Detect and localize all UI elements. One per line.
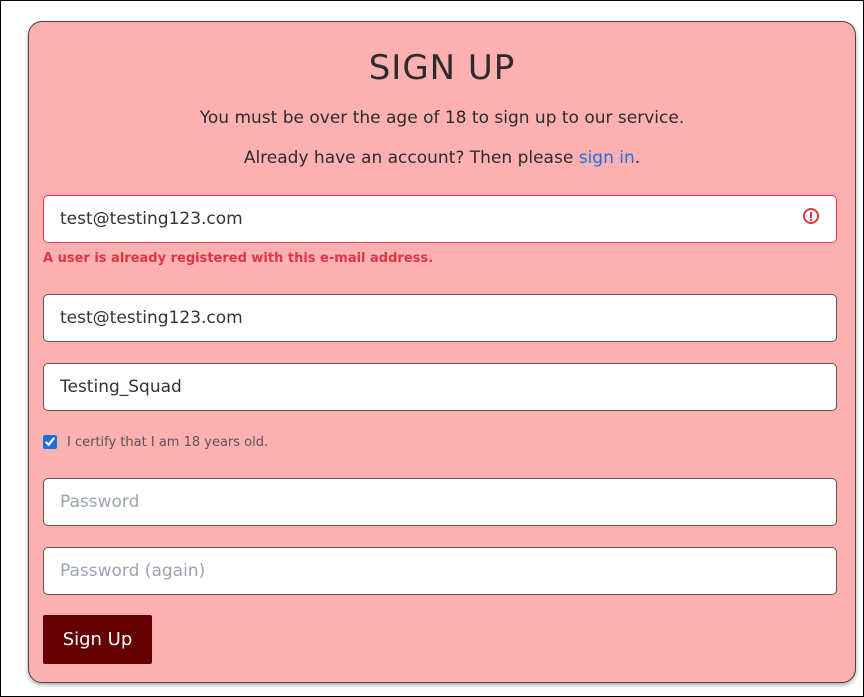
signin-link[interactable]: sign in <box>579 148 635 168</box>
signin-prompt-prefix: Already have an account? Then please <box>243 148 579 168</box>
age-certification-row: I certify that I am 18 years old. <box>43 433 268 451</box>
email-error-message: A user is already registered with this e… <box>43 251 434 266</box>
signin-prompt: Already have an account? Then please sig… <box>29 148 855 168</box>
email-confirm-field[interactable] <box>43 294 837 342</box>
password-again-field[interactable] <box>43 547 837 595</box>
age-certification-checkbox[interactable] <box>43 435 57 449</box>
sign-up-button[interactable]: Sign Up <box>43 615 152 664</box>
page-title: SIGN UP <box>368 48 516 88</box>
signup-card: SIGN UP You must be over the age of 18 t… <box>28 21 856 683</box>
error-icon <box>803 208 819 224</box>
window-frame: SIGN UP You must be over the age of 18 t… <box>0 0 864 697</box>
email-field[interactable] <box>43 195 837 243</box>
password-field[interactable] <box>43 478 837 526</box>
age-certification-label: I certify that I am 18 years old. <box>67 434 269 450</box>
username-field[interactable] <box>43 363 837 411</box>
age-requirement-text: You must be over the age of 18 to sign u… <box>199 108 685 128</box>
signin-prompt-suffix: . <box>634 148 641 168</box>
